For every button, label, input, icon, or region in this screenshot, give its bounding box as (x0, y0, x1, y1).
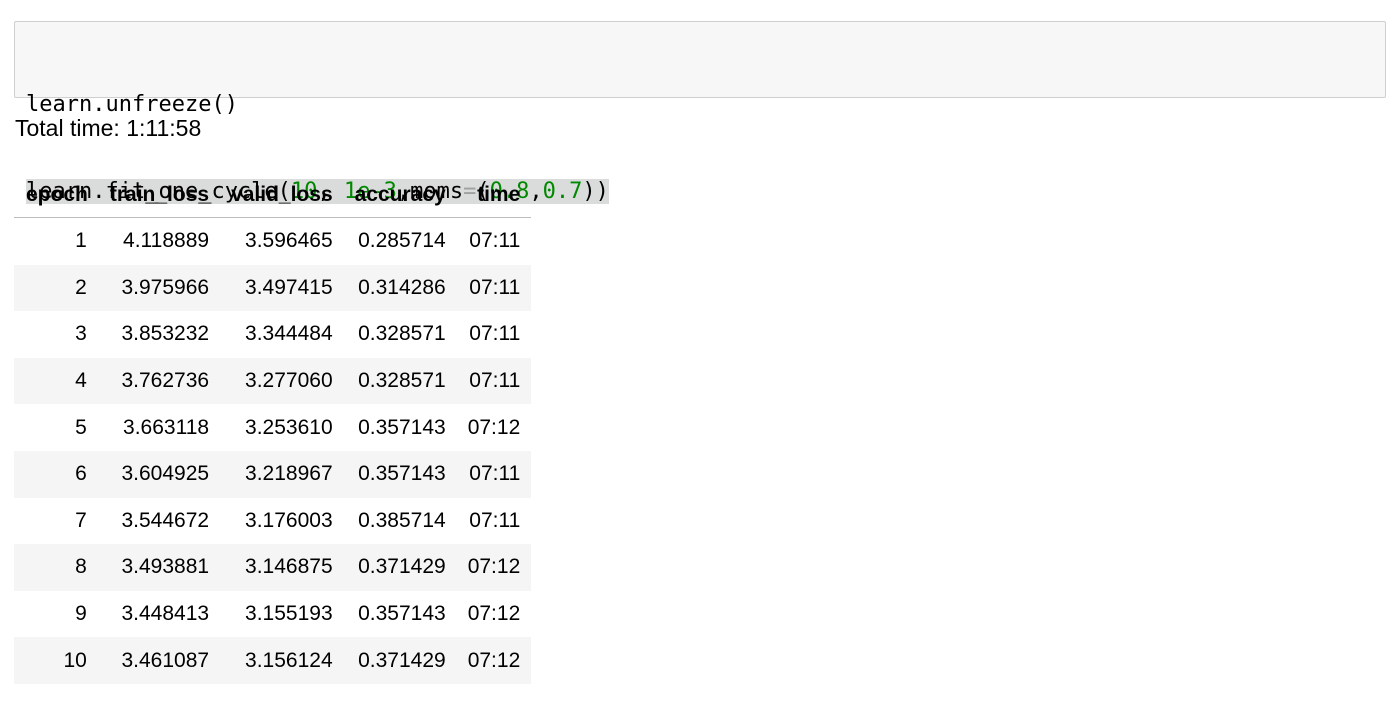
cell-valid-loss: 3.497415 (220, 264, 344, 312)
cell-epoch: 4 (14, 357, 99, 405)
column-header-epoch: epoch (14, 172, 99, 218)
column-header-train-loss: train_loss (98, 172, 221, 218)
cell-epoch: 3 (75, 322, 87, 346)
cell-time: 07:11 (456, 264, 532, 312)
cell-train-loss: 3.604925 (98, 450, 221, 498)
cell-valid-loss: 3.155193 (245, 602, 333, 626)
cell-epoch: 7 (75, 508, 87, 532)
cell-train-loss: 3.853232 (121, 322, 210, 346)
table-row: 8 3.493881 3.146875 0.371429 07:12 (14, 544, 532, 591)
cell-train-loss: 3.762736 (98, 357, 221, 405)
cell-train-loss: 3.663118 (123, 415, 210, 439)
cell-time: 07:11 (469, 322, 521, 346)
cell-accuracy: 0.285714 (358, 229, 446, 253)
cell-valid-loss: 3.156124 (220, 637, 344, 684)
cell-train-loss: 3.461087 (98, 637, 221, 684)
table-header-row: epoch train_loss valid_loss accuracy tim… (14, 172, 532, 218)
cell-accuracy: 0.371429 (343, 544, 457, 591)
code-cell[interactable]: learn.unfreeze() learn.fit_one_cycle(10,… (14, 21, 1386, 204)
table-row: 3 3.853232 3.344484 0.328571 07:11 (14, 311, 531, 358)
table-row: 7 3.544672 3.176003 0.385714 07:11 (14, 498, 531, 545)
cell-time: 07:12 (456, 637, 532, 684)
cell-accuracy: 0.314286 (343, 264, 457, 312)
column-header-valid-loss: valid_loss (220, 172, 344, 218)
cell-epoch: 9 (75, 602, 87, 626)
cell-epoch: 2 (14, 264, 99, 312)
cell-valid-loss: 3.218967 (220, 450, 344, 498)
code-token-mom-2: 0.7 (542, 179, 583, 204)
code-line-1[interactable]: learn.unfreeze() (26, 90, 1374, 119)
cell-accuracy: 0.357143 (358, 602, 446, 626)
cell-time: 07:11 (469, 508, 521, 532)
cell-train-loss: 3.544672 (121, 508, 210, 532)
cell-accuracy: 0.328571 (343, 357, 457, 405)
code-token-args: () (211, 92, 238, 117)
cell-epoch: 8 (14, 544, 99, 591)
table-row: 6 3.604925 3.218967 0.357143 07:11 (14, 450, 532, 498)
cell-valid-loss: 3.176003 (245, 508, 333, 532)
cell-accuracy: 0.357143 (358, 415, 446, 439)
training-results-table: epoch train_loss valid_loss accuracy tim… (14, 172, 532, 684)
total-time-output: Total time: 1:11:58 (15, 115, 202, 141)
cell-epoch: 6 (14, 450, 99, 498)
table-body: 1 4.118889 3.596465 0.285714 07:11 2 3.975966 3… (14, 218, 532, 684)
code-token-close: )) (582, 179, 609, 204)
cell-train-loss: 4.118889 (123, 229, 210, 253)
table-row: 1 4.118889 3.596465 0.285714 07:11 (14, 218, 531, 265)
cell-time: 07:12 (456, 544, 532, 591)
cell-epoch: 5 (75, 415, 87, 439)
cell-time: 07:12 (467, 602, 521, 626)
cell-accuracy: 0.385714 (358, 508, 446, 532)
column-header-accuracy: accuracy (343, 172, 457, 218)
table-row: 5 3.663118 3.253610 0.357143 07:12 (14, 404, 531, 451)
cell-valid-loss: 3.277060 (220, 357, 344, 405)
cell-accuracy: 0.371429 (343, 637, 457, 684)
cell-epoch: 10 (14, 637, 99, 684)
code-token-separator: , (529, 179, 543, 204)
cell-valid-loss: 3.253610 (245, 415, 333, 439)
cell-accuracy: 0.328571 (358, 322, 446, 346)
cell-train-loss: 3.493881 (98, 544, 221, 591)
table-row: 9 3.448413 3.155193 0.357143 07:12 (14, 591, 531, 638)
table-row: 2 3.975966 3.497415 0.314286 07:11 (14, 264, 532, 312)
cell-train-loss: 3.448413 (121, 602, 210, 626)
cell-time: 07:12 (467, 415, 521, 439)
cell-valid-loss: 3.146875 (220, 544, 344, 591)
cell-accuracy: 0.357143 (343, 450, 457, 498)
table-row: 4 3.762736 3.277060 0.328571 07:11 (14, 357, 532, 405)
cell-valid-loss: 3.596465 (245, 229, 333, 253)
cell-epoch: 1 (75, 229, 87, 253)
cell-valid-loss: 3.344484 (245, 322, 333, 346)
cell-time: 07:11 (469, 229, 521, 253)
cell-train-loss: 3.975966 (98, 264, 221, 312)
cell-time: 07:11 (456, 357, 532, 405)
table-row: 10 3.461087 3.156124 0.371429 07:12 (14, 637, 532, 684)
cell-time: 07:11 (456, 450, 532, 498)
column-header-time: time (456, 172, 532, 218)
